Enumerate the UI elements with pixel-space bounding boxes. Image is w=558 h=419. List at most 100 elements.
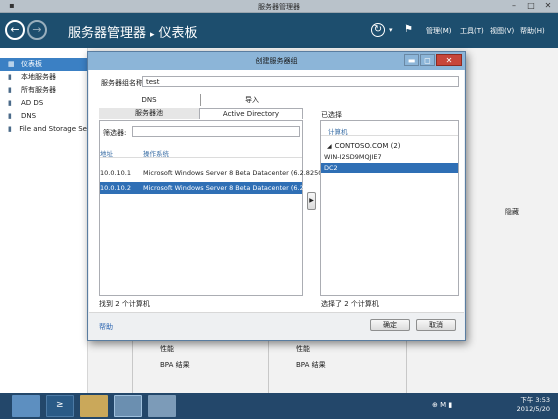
dialog-maximize-button[interactable]: ◻ [420, 54, 435, 66]
add-to-selected-button[interactable]: ▶ [307, 192, 316, 210]
refresh-icon[interactable]: ↻ [371, 23, 385, 37]
dialog-close-button[interactable]: ✕ [436, 54, 462, 66]
minimize-button[interactable]: – [506, 1, 522, 11]
network-taskbar-icon[interactable] [114, 395, 142, 417]
clock-date: 2012/5/20 [516, 405, 550, 413]
table-row-selected[interactable]: 10.0.10.2 Microsoft Windows Server 8 Bet… [100, 182, 325, 194]
dialog-body: 服务器组名称: test DNS 导入 服务器池 Active Director… [89, 70, 464, 340]
selected-count-text: 选择了 2 个计算机 [321, 300, 379, 308]
menu-help[interactable]: 帮助(H) [520, 26, 545, 36]
tab-active-directory[interactable]: Active Directory [199, 108, 303, 119]
ok-button[interactable]: 确定 [370, 319, 410, 331]
maximize-icon: ◻ [424, 56, 431, 65]
hide-link[interactable]: 隐藏 [505, 207, 519, 217]
app-taskbar-icon[interactable] [148, 395, 176, 417]
row-address: 10.0.10.1 [100, 169, 132, 177]
selected-title: 已选择 [321, 111, 342, 119]
clock[interactable]: 下午 3:53 2012/5/20 [517, 396, 550, 414]
dashboard-icon: ▦ [8, 60, 15, 68]
close-icon: ✕ [445, 56, 453, 65]
selected-computer-item-highlighted[interactable]: DC2 [321, 163, 458, 173]
tray-icons[interactable]: ⊕ M ▮ [432, 401, 472, 409]
server-icon: ▮ [8, 73, 12, 81]
taskbar: ≥ ⊕ M ▮ 下午 3:53 2012/5/20 [0, 393, 558, 419]
sidebar-item-label: 本地服务器 [21, 73, 56, 81]
tile-row-bpa[interactable]: BPA 结果 [296, 360, 406, 376]
sidebar-item-dashboard[interactable]: ▦ 仪表板 [0, 58, 87, 71]
tab-separator [200, 94, 201, 106]
sidebar-item-label: 仪表板 [21, 60, 42, 68]
clock-time: 下午 3:53 [520, 396, 550, 404]
header-divider [321, 135, 458, 136]
group-node-label: CONTOSO.COM (2) [334, 142, 401, 150]
breadcrumb-separator-icon: ▸ [150, 30, 155, 40]
sidebar-item-local-server[interactable]: ▮ 本地服务器 [0, 71, 87, 84]
tab-dns[interactable]: DNS [99, 95, 199, 106]
menu-tools[interactable]: 工具(T) [460, 26, 484, 36]
maximize-button[interactable]: □ [523, 1, 539, 11]
menu-manage[interactable]: 管理(M) [426, 26, 452, 36]
row-os: Microsoft Windows Server 8 Beta Datacent… [143, 169, 325, 177]
ime-icon: M [440, 401, 447, 409]
forward-button[interactable]: → [27, 20, 47, 40]
explorer-taskbar-icon[interactable] [80, 395, 108, 417]
tile-row-performance[interactable]: 性能 [296, 344, 406, 360]
forward-arrow-icon: → [32, 23, 42, 36]
tile-row-bpa[interactable]: BPA 结果 [160, 360, 270, 376]
group-node[interactable]: ◢ CONTOSO.COM (2) [327, 142, 401, 150]
prompt-glyph: ≥ [56, 400, 64, 410]
powershell-taskbar-icon[interactable]: ≥ [46, 395, 74, 417]
breadcrumb-current: 仪表板 [158, 26, 198, 41]
filter-label: 筛选器: [103, 129, 127, 137]
tile-divider [132, 338, 133, 393]
computer-name: WIN-I2SD9MQJIE7 [324, 153, 382, 161]
back-arrow-icon: ← [10, 23, 20, 36]
help-link[interactable]: 帮助 [99, 322, 113, 332]
dns-icon: ▮ [8, 112, 12, 120]
sidebar-item-label: DNS [21, 112, 37, 120]
sidebar-item-dns[interactable]: ▮ DNS [0, 110, 87, 123]
servers-icon: ▮ [8, 86, 12, 94]
tile-divider [406, 338, 407, 393]
tab-import[interactable]: 导入 [201, 95, 303, 106]
header-divider [100, 157, 302, 158]
tab-server-pool[interactable]: 服务器池 [99, 108, 199, 119]
language-icon: ⊕ [432, 401, 438, 409]
group-name-input[interactable]: test [142, 76, 459, 87]
sidebar-item-all-servers[interactable]: ▮ 所有服务器 [0, 84, 87, 97]
page-title: 服务器管理器 ▸ 仪表板 [68, 22, 198, 41]
create-server-group-dialog: 创建服务器组 ▬ ◻ ✕ 服务器组名称: test DNS 导入 服务器池 Ac… [87, 51, 466, 341]
app-title: 服务器管理器 [68, 26, 147, 41]
cancel-button[interactable]: 取消 [416, 319, 456, 331]
close-button[interactable]: ✕ [540, 1, 556, 11]
dialog-minimize-button[interactable]: ▬ [404, 54, 419, 66]
volume-icon: ▮ [448, 401, 453, 409]
menu-view[interactable]: 视图(V) [490, 26, 514, 36]
os-title-bar: 服务器管理器 ▪ – □ ✕ [0, 0, 558, 13]
row-address: 10.0.10.2 [100, 184, 132, 192]
computer-name: DC2 [324, 164, 338, 172]
notifications-flag-icon[interactable]: ⚑ [404, 24, 413, 35]
os-window-title: 服务器管理器 [258, 3, 300, 11]
sidebar-item-label: File and Storage Se [19, 125, 87, 133]
server-pool-panel: 筛选器: 地址 操作系统 10.0.10.1 Microsoft Windows… [99, 120, 325, 296]
tile-row-performance[interactable]: 性能 [160, 344, 270, 360]
filter-input[interactable] [132, 126, 300, 137]
collapse-triangle-icon: ◢ [327, 143, 332, 150]
dropdown-chevron-icon[interactable]: ▾ [389, 26, 393, 34]
row-os: Microsoft Windows Server 8 Beta Datacent… [143, 184, 325, 192]
sidebar-item-file-storage[interactable]: ▮ File and Storage Se [0, 123, 87, 136]
table-row[interactable]: 10.0.10.1 Microsoft Windows Server 8 Bet… [100, 168, 325, 179]
selected-computer-item[interactable]: WIN-I2SD9MQJIE7 [321, 152, 458, 162]
back-button[interactable]: ← [5, 20, 25, 40]
right-arrow-icon: ▶ [309, 197, 314, 204]
dialog-title-bar: 创建服务器组 ▬ ◻ ✕ [88, 52, 465, 70]
sidebar-item-label: 所有服务器 [21, 86, 56, 94]
found-count-text: 找到 2 个计算机 [99, 300, 150, 308]
sidebar-item-label: AD DS [21, 99, 44, 107]
ad-ds-icon: ▮ [8, 99, 12, 107]
server-manager-taskbar-icon[interactable] [12, 395, 40, 417]
sidebar-item-ad-ds[interactable]: ▮ AD DS [0, 97, 87, 110]
sidebar: ▦ 仪表板 ▮ 本地服务器 ▮ 所有服务器 ▮ AD DS ▮ DNS ▮ File and… [0, 48, 88, 393]
group-name-label: 服务器组名称: [101, 79, 146, 87]
